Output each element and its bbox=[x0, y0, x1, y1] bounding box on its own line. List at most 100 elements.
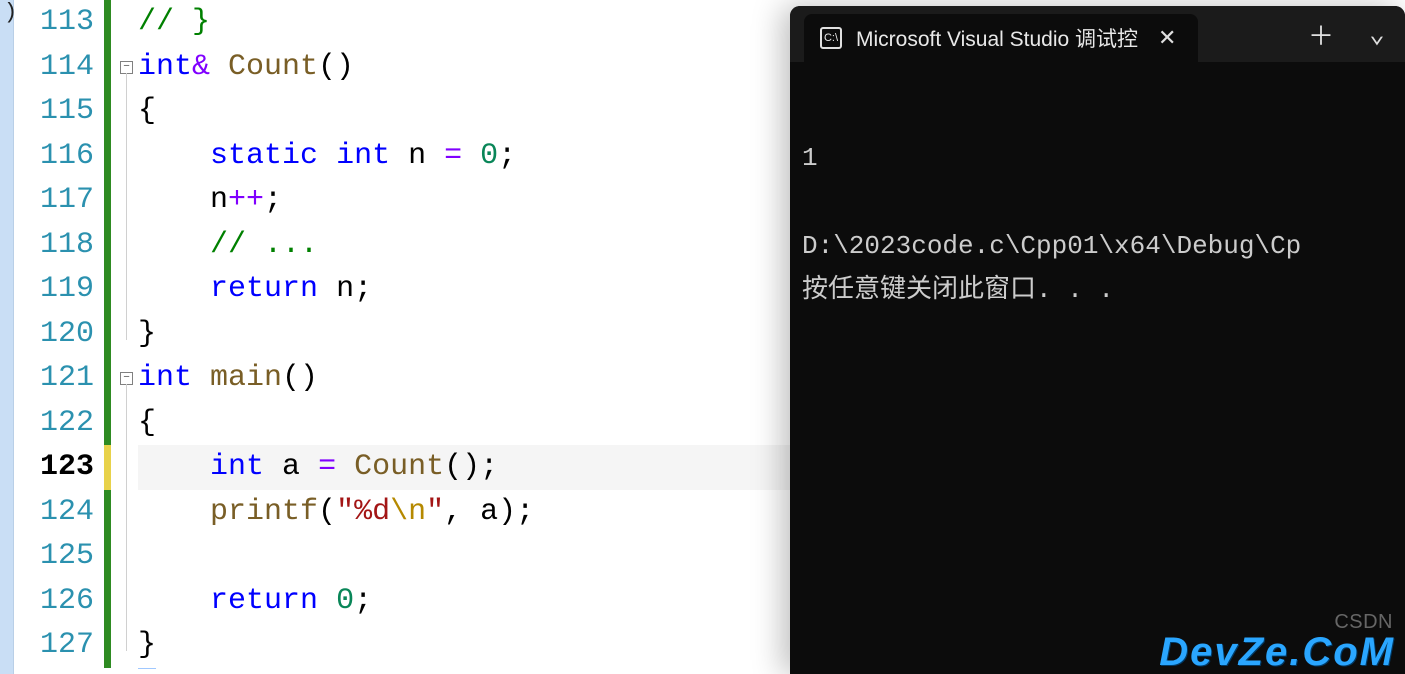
terminal-tab[interactable]: C:\ Microsoft Visual Studio 调试控 ✕ bbox=[804, 14, 1198, 62]
terminal-tab-title: Microsoft Visual Studio 调试控 bbox=[856, 23, 1138, 53]
token-pad bbox=[138, 272, 210, 306]
terminal-output[interactable]: 1 D:\2023code.c\Cpp01\x64\Debug\Cp 按任意键关… bbox=[790, 62, 1405, 674]
line-number: 115 bbox=[14, 89, 94, 134]
token-str: "%d bbox=[336, 495, 390, 529]
code-line[interactable]: static int n = 0; bbox=[138, 134, 790, 179]
token-punc: ; bbox=[264, 183, 282, 217]
token-punc: ); bbox=[498, 495, 534, 529]
chevron-down-icon: ⌄ bbox=[1369, 19, 1385, 50]
token-punc: ; bbox=[354, 584, 372, 618]
code-line[interactable]: int& Count() bbox=[138, 45, 790, 90]
watermark-devze: DevZe.CoM bbox=[1159, 630, 1395, 674]
token-kw: int bbox=[336, 139, 390, 173]
line-number: 117 bbox=[14, 178, 94, 223]
token-num: 0 bbox=[336, 584, 354, 618]
terminal-tab-bar: C:\ Microsoft Visual Studio 调试控 ✕ ＋ ⌄ bbox=[790, 6, 1405, 62]
code-line[interactable]: } bbox=[138, 623, 790, 668]
token-kw: return bbox=[210, 272, 318, 306]
token-kw: int bbox=[138, 361, 192, 395]
code-line[interactable]: return n; bbox=[138, 267, 790, 312]
line-number: 126 bbox=[14, 579, 94, 624]
code-line[interactable]: // ... bbox=[138, 223, 790, 268]
token-op: = bbox=[318, 450, 336, 484]
token-pad bbox=[192, 361, 210, 395]
code-line[interactable]: n++; bbox=[138, 178, 790, 223]
token-pad bbox=[138, 495, 210, 529]
change-marker-unsaved bbox=[104, 445, 111, 490]
token-func: printf bbox=[210, 495, 318, 529]
token-func: Count bbox=[354, 450, 444, 484]
code-line[interactable]: } bbox=[138, 312, 790, 357]
token-kw: static bbox=[210, 139, 318, 173]
debug-console-window[interactable]: C:\ Microsoft Visual Studio 调试控 ✕ ＋ ⌄ 1 … bbox=[790, 6, 1405, 674]
token-comment: // ... bbox=[210, 228, 318, 262]
token-esc: \n bbox=[390, 495, 426, 529]
token-pad bbox=[318, 139, 336, 173]
token-func: Count bbox=[228, 50, 318, 84]
code-line[interactable]: int main() bbox=[138, 356, 790, 401]
line-number: 113 bbox=[14, 0, 94, 45]
output-line: 1 bbox=[802, 143, 818, 173]
close-tab-button[interactable]: ✕ bbox=[1152, 21, 1182, 55]
code-line[interactable]: // } bbox=[138, 0, 790, 45]
code-line[interactable]: { bbox=[138, 89, 790, 134]
token-punc: () bbox=[318, 50, 354, 84]
plus-icon: ＋ bbox=[1308, 16, 1334, 53]
token-ident: n bbox=[210, 183, 228, 217]
line-number: 123 bbox=[14, 445, 94, 490]
tab-dropdown-button[interactable]: ⌄ bbox=[1349, 6, 1405, 62]
token-kw: int bbox=[210, 450, 264, 484]
token-pad bbox=[318, 584, 336, 618]
token-punc: ; bbox=[498, 139, 516, 173]
code-text-area[interactable]: // }int& Count(){ static int n = 0; n++;… bbox=[138, 0, 790, 674]
line-number: 121 bbox=[14, 356, 94, 401]
token-kw: int bbox=[138, 50, 192, 84]
line-number: 122 bbox=[14, 401, 94, 446]
code-line[interactable]: int a = Count(); bbox=[138, 445, 790, 490]
output-line: 按任意键关闭此窗口. . . bbox=[802, 275, 1114, 305]
token-punc: () bbox=[282, 361, 318, 395]
token-punc: ( bbox=[318, 495, 336, 529]
code-line[interactable]: return 0; bbox=[138, 579, 790, 624]
token-str: " bbox=[426, 495, 444, 529]
token-op: = bbox=[444, 139, 462, 173]
line-number: 118 bbox=[14, 223, 94, 268]
code-line[interactable]: printf("%d\n", a); bbox=[138, 490, 790, 535]
token-punc: { bbox=[138, 406, 156, 440]
token-pad bbox=[138, 450, 210, 484]
token-pad bbox=[138, 139, 210, 173]
token-ident: n bbox=[336, 272, 354, 306]
fold-guide-line bbox=[126, 73, 127, 340]
terminal-icon: C:\ bbox=[820, 27, 842, 49]
code-line[interactable] bbox=[138, 534, 790, 579]
token-pad bbox=[336, 450, 354, 484]
code-line[interactable]: { bbox=[138, 401, 790, 446]
new-tab-button[interactable]: ＋ bbox=[1293, 6, 1349, 62]
line-number-gutter: 1131141151161171181191201211221231241251… bbox=[14, 0, 104, 674]
token-punc: { bbox=[138, 94, 156, 128]
token-func: main bbox=[210, 361, 282, 395]
token-pad bbox=[138, 584, 210, 618]
outer-margin: ) bbox=[0, 0, 14, 674]
token-punc: ; bbox=[354, 272, 372, 306]
change-marker-saved bbox=[104, 0, 111, 668]
token-ident: n bbox=[408, 139, 444, 173]
token-pad bbox=[390, 139, 408, 173]
fold-gutter[interactable]: −− bbox=[118, 0, 138, 674]
token-pad bbox=[138, 183, 210, 217]
token-ident: a bbox=[480, 495, 498, 529]
change-marker-strip bbox=[104, 0, 118, 674]
token-punc-u: } bbox=[138, 623, 156, 669]
token-num: 0 bbox=[480, 139, 498, 173]
token-ident: a bbox=[282, 450, 318, 484]
token-punc: } bbox=[138, 317, 156, 351]
line-number: 127 bbox=[14, 623, 94, 668]
code-editor[interactable]: 1131141151161171181191201211221231241251… bbox=[14, 0, 790, 674]
line-number: 125 bbox=[14, 534, 94, 579]
token-comment: // } bbox=[138, 5, 210, 39]
token-op: & bbox=[192, 50, 228, 84]
token-op: ++ bbox=[228, 183, 264, 217]
fold-guide-line bbox=[126, 384, 127, 651]
line-number: 120 bbox=[14, 312, 94, 357]
token-pad bbox=[138, 228, 210, 262]
